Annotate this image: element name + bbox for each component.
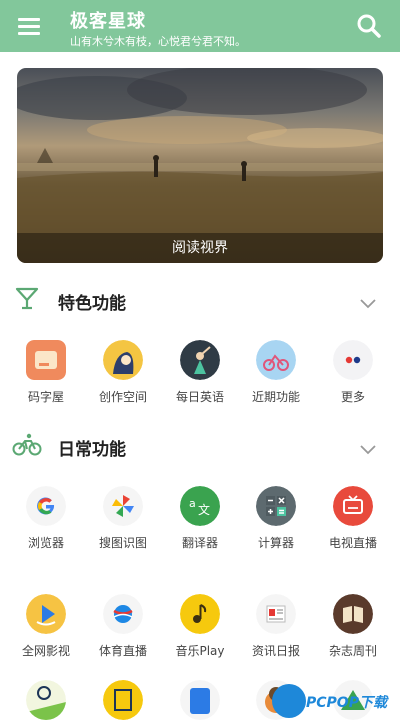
daily-item-label: 杂志周刊 — [328, 644, 377, 658]
featured-section-header: 特色功能 — [0, 284, 400, 316]
daily-item-label: 翻译器 — [181, 536, 218, 550]
google-icon — [26, 486, 66, 526]
svg-text:文: 文 — [198, 502, 210, 517]
bicycle-icon — [12, 432, 42, 458]
daily-item-label: 资讯日报 — [251, 644, 300, 658]
feature-item-recent[interactable]: 近期功能 — [236, 340, 316, 412]
daily-title: 日常功能 — [58, 440, 126, 460]
svg-text:a: a — [189, 497, 196, 510]
cocktail-glass-icon — [12, 286, 42, 312]
daily-section-header: 日常功能 — [0, 430, 400, 462]
artist-icon — [103, 340, 143, 380]
more-dots-icon — [333, 340, 373, 380]
note-icon — [26, 340, 66, 380]
daily-item-magazine[interactable]: 杂志周刊 — [313, 594, 393, 666]
translate-icon: a 文 — [180, 486, 220, 526]
dancer-icon — [180, 340, 220, 380]
feature-item-label: 近期功能 — [251, 390, 300, 404]
watermark-logo: PCPOP下载 — [272, 684, 400, 720]
daily-item-music[interactable]: 音乐Play — [160, 594, 240, 666]
calculator-icon — [256, 486, 296, 526]
chevron-down-icon[interactable] — [360, 294, 376, 309]
music-note-icon — [180, 594, 220, 634]
bicycle-illustration-icon — [256, 340, 296, 380]
partial-icon-3[interactable] — [180, 680, 220, 720]
feature-item-label: 创作空间 — [98, 390, 147, 404]
search-icon[interactable] — [356, 13, 382, 39]
feature-item-label: 更多 — [340, 390, 365, 404]
daily-item-label: 浏览器 — [27, 536, 64, 550]
daily-item-image-search[interactable]: 搜图识图 — [83, 486, 163, 558]
feature-item-creation[interactable]: 创作空间 — [83, 340, 163, 412]
daily-item-label: 音乐Play — [175, 644, 225, 658]
ball-icon — [103, 594, 143, 634]
app-bar: 极客星球 山有木兮木有枝，心悦君兮君不知。 — [0, 0, 400, 52]
partial-icon-2[interactable] — [103, 680, 143, 720]
watermark-ball-icon — [272, 684, 306, 718]
daily-item-movies[interactable]: 全网影视 — [6, 594, 86, 666]
daily-item-browser[interactable]: 浏览器 — [6, 486, 86, 558]
daily-item-sports[interactable]: 体育直播 — [83, 594, 163, 666]
reading-banner[interactable]: 阅读视界 — [17, 68, 383, 263]
partial-icon-1[interactable] — [26, 680, 66, 720]
play-icon — [26, 594, 66, 634]
feature-item-english[interactable]: 每日英语 — [160, 340, 240, 412]
daily-item-label: 全网影视 — [21, 644, 70, 658]
daily-item-news[interactable]: 资讯日报 — [236, 594, 316, 666]
tv-icon — [333, 486, 373, 526]
app-title: 极客星球 — [70, 11, 146, 32]
daily-item-translator[interactable]: a 文 翻译器 — [160, 486, 240, 558]
newspaper-icon — [256, 594, 296, 634]
banner-caption: 阅读视界 — [17, 233, 383, 263]
daily-item-label: 计算器 — [257, 536, 294, 550]
daily-item-calculator[interactable]: 计算器 — [236, 486, 316, 558]
feature-item-more[interactable]: 更多 — [313, 340, 393, 412]
chevron-down-icon[interactable] — [360, 440, 376, 455]
featured-title: 特色功能 — [58, 294, 126, 314]
watermark-text: PCPOP下载 — [306, 695, 387, 711]
daily-item-label: 搜图识图 — [98, 536, 147, 550]
feature-item-label: 每日英语 — [175, 390, 224, 404]
pinwheel-icon — [103, 486, 143, 526]
book-icon — [333, 594, 373, 634]
menu-icon[interactable] — [18, 15, 42, 37]
daily-item-tv[interactable]: 电视直播 — [313, 486, 393, 558]
feature-item-writing[interactable]: 码字屋 — [6, 340, 86, 412]
daily-item-label: 体育直播 — [98, 644, 147, 658]
app-subtitle: 山有木兮木有枝，心悦君兮君不知。 — [70, 35, 246, 48]
daily-item-label: 电视直播 — [328, 536, 377, 550]
feature-item-label: 码字屋 — [27, 390, 64, 404]
